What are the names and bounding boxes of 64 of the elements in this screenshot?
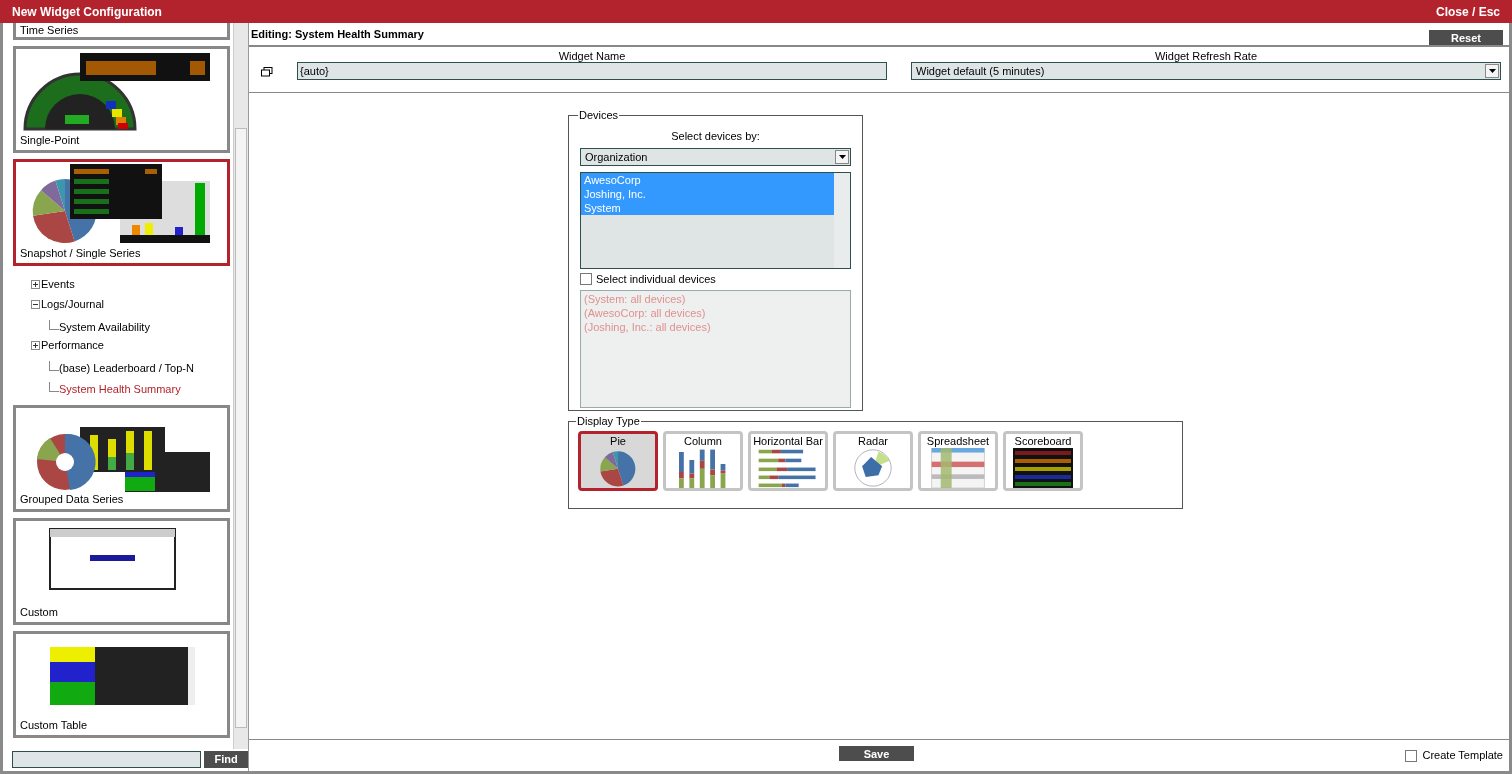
card-label: Custom [20, 605, 59, 619]
display-type-option[interactable]: Radar [833, 430, 913, 491]
refresh-rate-dropdown[interactable]: Widget default (5 minutes) [911, 62, 1501, 80]
card-label: Time Series [20, 23, 80, 37]
display-type-option[interactable]: Horizontal Bar [748, 430, 828, 491]
reset-button[interactable]: Reset [1429, 29, 1503, 45]
display-type-option[interactable]: Spreadsheet [918, 430, 998, 491]
card-label: Custom Table [20, 718, 89, 732]
collapse-icon[interactable] [31, 299, 40, 309]
display-type-option[interactable]: Scoreboard [1003, 430, 1083, 491]
option-label: Horizontal Bar [753, 433, 823, 448]
list-option: (System: all devices) [584, 292, 847, 306]
checkbox-label: Create Template [1422, 748, 1503, 764]
close-button[interactable]: Close / Esc [1435, 2, 1500, 21]
display-type-option[interactable]: Column [663, 430, 743, 491]
list-option: (AwesoCorp: all devices) [584, 306, 847, 320]
caret-icon [1488, 69, 1496, 73]
widget-type-card[interactable]: Snapshot / Single Series [13, 159, 230, 266]
card-label: Grouped Data Series [20, 492, 125, 506]
tree-item[interactable]: Events [41, 275, 75, 293]
scrollbar[interactable] [233, 23, 248, 749]
expand-icon[interactable] [31, 279, 40, 289]
select-by-dropdown[interactable]: Organization [580, 148, 851, 166]
copy-icon [261, 67, 273, 77]
tree-item[interactable]: Logs/Journal [41, 295, 104, 313]
option-label: Radar [858, 433, 888, 448]
widget-type-card[interactable]: Custom [13, 518, 230, 625]
field-label: Widget Name [558, 49, 626, 62]
editor-title: Editing: System Health Summary [251, 26, 424, 42]
widget-type-card[interactable]: Custom Table [13, 631, 230, 738]
display-type-option[interactable]: Pie [578, 430, 658, 491]
option-label: Column [684, 433, 722, 448]
field-label: Select devices by: [671, 128, 760, 144]
radar-chart-icon [851, 447, 895, 488]
scrollbar-thumb[interactable] [235, 128, 247, 728]
tree-item[interactable]: System Availability [59, 318, 150, 335]
card-label: Single-Point [20, 133, 81, 147]
tree-item[interactable]: System Health Summary [59, 380, 181, 397]
card-label: Snapshot / Single Series [20, 246, 142, 260]
checkbox[interactable] [1405, 749, 1418, 762]
list-option: (Joshing, Inc.: all devices) [584, 320, 847, 334]
field-label: Widget Refresh Rate [1154, 49, 1258, 62]
find-button[interactable]: Find [204, 750, 248, 768]
widget-type-card[interactable]: Single-Point [13, 46, 230, 153]
tree-item[interactable]: (base) Leaderboard / Top-N [59, 359, 194, 376]
spreadsheet-icon [929, 447, 987, 488]
caret-icon [838, 155, 846, 159]
widget-name-field[interactable]: {auto} [297, 62, 887, 80]
checkbox-label: Select individual devices [596, 271, 716, 287]
option-label: Pie [610, 433, 626, 448]
save-button[interactable]: Save [839, 746, 914, 761]
widget-type-card[interactable]: Time Series [13, 23, 230, 40]
panel-legend: Display Type [576, 413, 641, 430]
widget-type-card[interactable]: Grouped Data Series [13, 405, 230, 512]
option-label: Scoreboard [1014, 433, 1072, 448]
option-label: Spreadsheet [926, 433, 990, 448]
scrollbar[interactable] [834, 173, 850, 268]
expand-icon[interactable] [31, 340, 40, 350]
tree-item[interactable]: Performance [41, 336, 104, 354]
window-title: New Widget Configuration [12, 3, 162, 21]
checkbox[interactable] [580, 273, 592, 285]
scoreboard-icon [1013, 447, 1073, 488]
search-field[interactable] [12, 750, 202, 768]
panel-legend: Devices [578, 107, 620, 124]
